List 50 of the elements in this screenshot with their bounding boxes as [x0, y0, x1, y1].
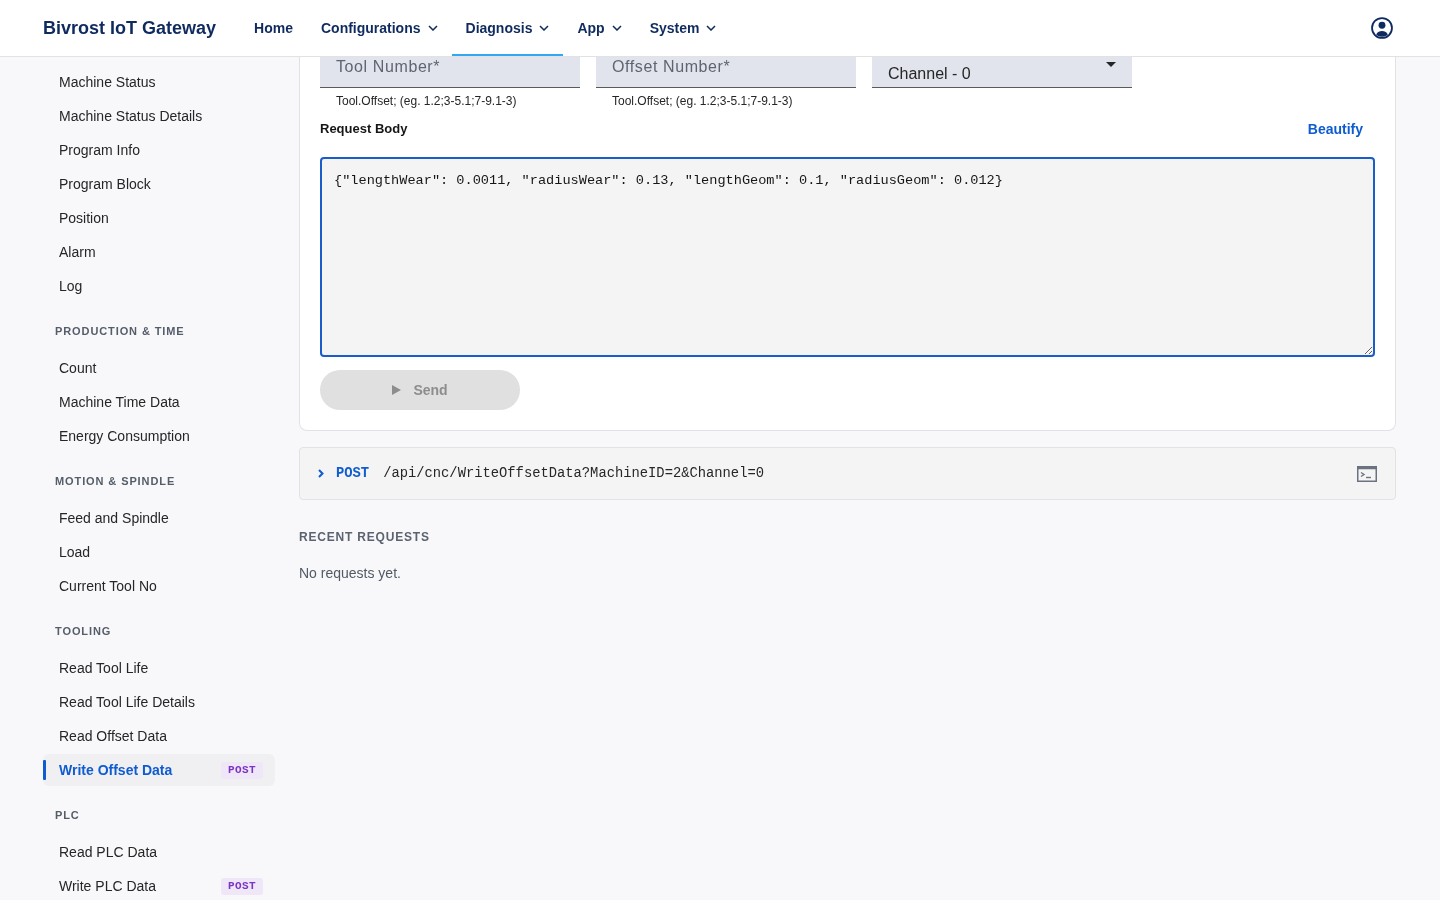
nav-tab[interactable]: Home: [240, 0, 307, 56]
request-summary-bar[interactable]: POST /api/cnc/WriteOffsetData?MachineID=2&Channel=0: [299, 447, 1396, 500]
nav-tab[interactable]: App: [563, 0, 636, 56]
channel-select[interactable]: Channel - 0: [872, 57, 1132, 88]
sidebar-item[interactable]: Write Offset Data POST: [43, 754, 275, 786]
sidebar-item[interactable]: Count: [43, 352, 275, 384]
sidebar-item[interactable]: Read Tool Life Details: [43, 686, 275, 718]
sidebar-section-heading: TOOLING: [54, 624, 113, 638]
terminal-icon: [1357, 465, 1377, 482]
sidebar-item[interactable]: Machine Status Details: [43, 100, 275, 132]
play-icon: [392, 385, 402, 395]
sidebar-item[interactable]: Program Info: [43, 134, 275, 166]
request-body-field[interactable]: {"lengthWear": 0.0011, "radiusWear": 0.13, "lengthGeom": 0.1, "radiusGeom": 0.012}: [320, 157, 1375, 357]
method-badge: POST: [221, 877, 263, 895]
caret-down-icon: [1106, 62, 1116, 67]
nav-tab[interactable]: Configurations: [306, 0, 452, 56]
sidebar-item[interactable]: Current Tool No: [43, 570, 275, 602]
user-avatar-icon: [1371, 17, 1393, 39]
sidebar-item[interactable]: Write PLC Data POST: [43, 870, 275, 900]
sidebar-item[interactable]: Machine Time Data: [43, 386, 275, 418]
sidebar-section-heading: PLC: [54, 808, 81, 822]
nav-tab[interactable]: Diagnosis: [451, 0, 564, 56]
sidebar-item[interactable]: Position: [43, 202, 275, 234]
endpoint-path: /api/cnc/WriteOffsetData?MachineID=2&Channel=0: [383, 466, 764, 481]
sidebar-item[interactable]: Read Offset Data: [43, 720, 275, 752]
sidebar-item[interactable]: Energy Consumption: [43, 420, 275, 452]
method-label: POST: [336, 466, 370, 481]
sidebar-item[interactable]: Log: [43, 270, 275, 302]
sidebar-item[interactable]: Alarm: [43, 236, 275, 268]
nav-tab[interactable]: System: [635, 0, 731, 56]
beautify-link[interactable]: Beautify: [1307, 121, 1363, 137]
sidebar-section-heading: MOTION & SPINDLE: [54, 474, 177, 488]
recent-requests-heading: RECENT REQUESTS: [299, 530, 431, 544]
sidebar-item[interactable]: Feed and Spindle: [43, 502, 275, 534]
helper-text: Tool.Offset; (eg. 1.2;3-5.1;7-9.1-3): [611, 94, 794, 108]
terminal-button[interactable]: [1357, 465, 1377, 482]
input-field[interactable]: Offset Number*: [596, 57, 856, 88]
method-badge: POST: [221, 761, 263, 779]
sidebar-item[interactable]: Machine Status: [43, 66, 275, 98]
empty-state-text: No requests yet.: [299, 564, 402, 582]
sidebar-section-heading: PRODUCTION & TIME: [54, 324, 186, 338]
sidebar-item[interactable]: Read Tool Life: [43, 652, 275, 684]
sidebar-item[interactable]: Read PLC Data: [43, 836, 275, 868]
input-field[interactable]: Tool Number*: [320, 57, 580, 88]
helper-text: Tool.Offset; (eg. 1.2;3-5.1;7-9.1-3): [335, 94, 518, 108]
sidebar-item[interactable]: Program Block: [43, 168, 275, 200]
sidebar-item[interactable]: Load: [43, 536, 275, 568]
user-button[interactable]: [1371, 17, 1393, 39]
request-body-label: Request Body: [320, 121, 408, 137]
brand-title: Bivrost IoT Gateway: [43, 17, 217, 39]
